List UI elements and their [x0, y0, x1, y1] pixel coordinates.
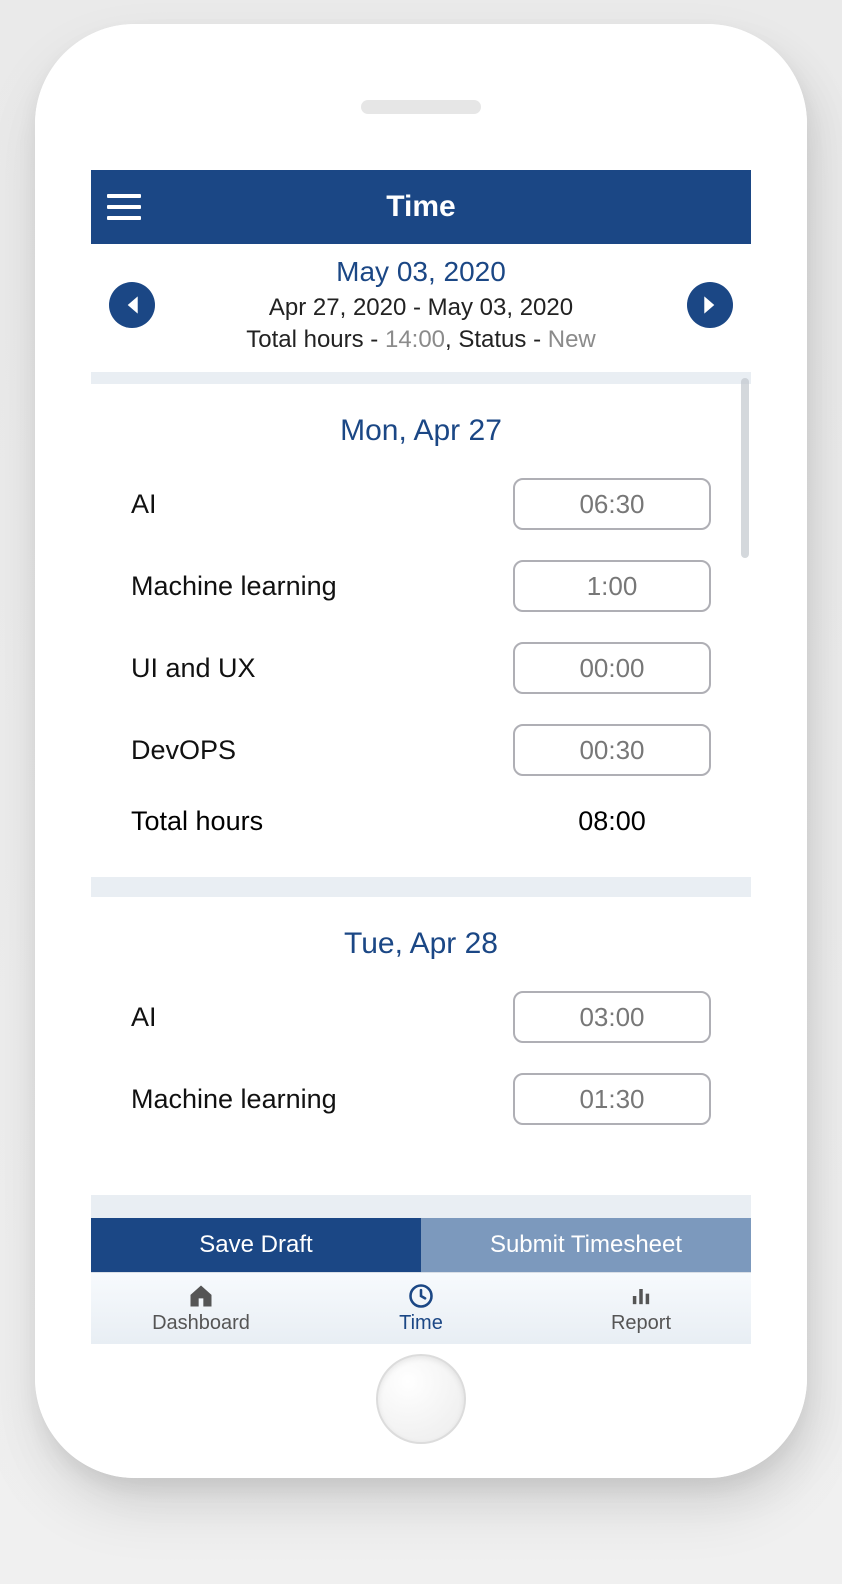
- phone-home-button[interactable]: [376, 1354, 466, 1444]
- date-nav: May 03, 2020 Apr 27, 2020 - May 03, 2020…: [91, 244, 751, 372]
- menu-icon[interactable]: [107, 194, 141, 220]
- content-area: Mon, Apr 27 AI 06:30 Machine learning 1:…: [91, 372, 751, 1218]
- phone-frame: Time May 03, 2020 Apr 27, 2020 - May 03,…: [35, 24, 807, 1478]
- entry-label: Machine learning: [131, 571, 337, 602]
- app-screen: Time May 03, 2020 Apr 27, 2020 - May 03,…: [91, 170, 751, 1344]
- time-input-ai[interactable]: 06:30: [513, 478, 711, 530]
- entry-row: DevOPS 00:30: [131, 724, 711, 776]
- tab-time[interactable]: Time: [311, 1273, 531, 1344]
- day-card: Mon, Apr 27 AI 06:30 Machine learning 1:…: [91, 384, 751, 877]
- time-input-ml[interactable]: 1:00: [513, 560, 711, 612]
- tab-report[interactable]: Report: [531, 1273, 751, 1344]
- time-input-ai[interactable]: 03:00: [513, 991, 711, 1043]
- tab-label: Time: [399, 1312, 443, 1335]
- bar-chart-icon: [627, 1282, 655, 1310]
- day-header: Mon, Apr 27: [131, 414, 711, 448]
- entry-label: DevOPS: [131, 735, 236, 766]
- selected-date: May 03, 2020: [155, 256, 687, 288]
- entry-row: AI 03:00: [131, 991, 711, 1043]
- home-icon: [187, 1282, 215, 1310]
- action-bar: Save Draft Submit Timesheet: [91, 1218, 751, 1272]
- next-week-button[interactable]: [687, 282, 733, 328]
- phone-speaker: [361, 100, 481, 114]
- appbar: Time: [91, 170, 751, 244]
- entry-label: UI and UX: [131, 653, 256, 684]
- scrollbar-indicator: [741, 378, 749, 558]
- total-label: Total hours: [131, 806, 263, 837]
- page-title: Time: [386, 190, 455, 224]
- entry-label: AI: [131, 489, 157, 520]
- save-draft-button[interactable]: Save Draft: [91, 1218, 421, 1272]
- clock-icon: [407, 1282, 435, 1310]
- bottom-tabbar: Dashboard Time Report: [91, 1272, 751, 1344]
- time-input-uiux[interactable]: 00:00: [513, 642, 711, 694]
- tab-label: Dashboard: [152, 1312, 250, 1335]
- entry-label: AI: [131, 1002, 157, 1033]
- time-input-ml[interactable]: 01:30: [513, 1073, 711, 1125]
- time-input-devops[interactable]: 00:30: [513, 724, 711, 776]
- total-value: 08:00: [513, 806, 711, 837]
- entry-row: UI and UX 00:00: [131, 642, 711, 694]
- day-header: Tue, Apr 28: [131, 927, 711, 961]
- chevron-left-icon: [124, 295, 140, 315]
- total-row: Total hours 08:00: [131, 806, 711, 837]
- tab-dashboard[interactable]: Dashboard: [91, 1273, 311, 1344]
- date-range: Apr 27, 2020 - May 03, 2020: [155, 294, 687, 322]
- entry-label: Machine learning: [131, 1084, 337, 1115]
- day-card: Tue, Apr 28 AI 03:00 Machine learning 01…: [91, 897, 751, 1195]
- date-status: Total hours - 14:00, Status - New: [155, 326, 687, 354]
- entry-row: AI 06:30: [131, 478, 711, 530]
- prev-week-button[interactable]: [109, 282, 155, 328]
- scroll-view[interactable]: Mon, Apr 27 AI 06:30 Machine learning 1:…: [91, 372, 751, 1218]
- submit-timesheet-button[interactable]: Submit Timesheet: [421, 1218, 751, 1272]
- chevron-right-icon: [702, 295, 718, 315]
- entry-row: Machine learning 1:00: [131, 560, 711, 612]
- entry-row: Machine learning 01:30: [131, 1073, 711, 1125]
- tab-label: Report: [611, 1312, 671, 1335]
